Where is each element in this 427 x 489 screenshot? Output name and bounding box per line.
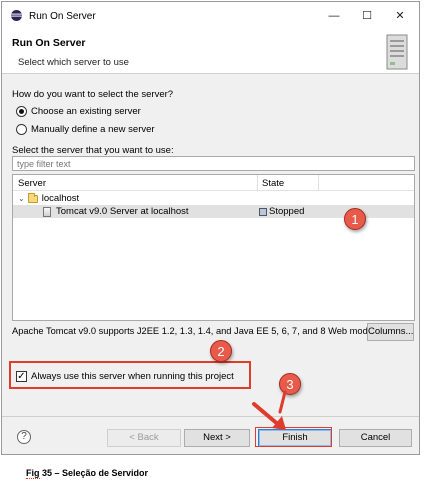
radio-label: Choose an existing server — [31, 106, 141, 117]
wizard-description: Select which server to use — [18, 57, 129, 68]
columns-button[interactable]: Columns... — [367, 323, 414, 341]
state-cell: Stopped — [259, 206, 304, 217]
stopped-state-icon — [259, 207, 267, 216]
filter-input[interactable] — [12, 156, 415, 171]
server-cell: Tomcat v9.0 Server at localhost — [43, 206, 189, 217]
group-label: localhost — [41, 193, 80, 204]
eclipse-icon — [11, 10, 22, 21]
server-table[interactable]: Server State ⌄ localhost Tomcat v9.0 Ser… — [12, 174, 415, 321]
next-button[interactable]: Next > — [184, 429, 250, 447]
server-state: Stopped — [269, 206, 305, 217]
folder-icon — [27, 192, 38, 203]
server-banner-icon — [386, 34, 408, 70]
radio-button[interactable] — [16, 124, 27, 135]
tree-group-localhost[interactable]: ⌄ localhost — [13, 192, 414, 205]
column-header-state[interactable]: State — [262, 178, 284, 189]
close-button[interactable]: ✕ — [388, 7, 412, 25]
table-header: Server State — [13, 175, 414, 191]
figure-caption: Fig 35 – Seleção de Servidor — [26, 468, 149, 479]
server-name: Tomcat v9.0 Server at localhost — [56, 206, 189, 217]
annotation-highlight-box — [9, 361, 251, 389]
maximize-button[interactable]: ☐ — [355, 7, 379, 25]
column-divider[interactable] — [257, 175, 258, 191]
filter-label: Select the server that you want to use: — [12, 145, 174, 156]
button-bar-separator — [2, 416, 419, 417]
window-title: Run On Server — [29, 11, 96, 22]
annotation-badge-1: 1 — [344, 208, 366, 230]
annotation-arrow-icon — [252, 390, 287, 430]
radio-button[interactable] — [16, 106, 27, 117]
annotation-badge-2: 2 — [210, 340, 232, 362]
radio-choose-existing[interactable]: Choose an existing server — [16, 106, 141, 117]
column-header-server[interactable]: Server — [18, 178, 46, 189]
wizard-header: Run On Server Select which server to use — [2, 30, 419, 74]
server-info-text: Apache Tomcat v9.0 supports J2EE 1.2, 1.… — [12, 326, 388, 336]
radio-manually-define[interactable]: Manually define a new server — [16, 124, 155, 135]
title-bar: Run On Server — ☐ ✕ — [2, 2, 419, 30]
help-button[interactable]: ? — [17, 430, 31, 444]
chevron-down-icon[interactable]: ⌄ — [18, 194, 25, 203]
wizard-title: Run On Server — [12, 37, 86, 49]
radio-label: Manually define a new server — [31, 124, 155, 135]
server-icon — [43, 206, 51, 217]
caption-fig: Fig — [26, 468, 40, 479]
caption-text: 35 – Seleção de Servidor — [39, 468, 149, 478]
back-button[interactable]: < Back — [107, 429, 181, 447]
cancel-button[interactable]: Cancel — [339, 429, 412, 447]
minimize-button[interactable]: — — [322, 7, 346, 25]
column-divider[interactable] — [318, 175, 319, 191]
selection-question: How do you want to select the server? — [12, 89, 174, 100]
